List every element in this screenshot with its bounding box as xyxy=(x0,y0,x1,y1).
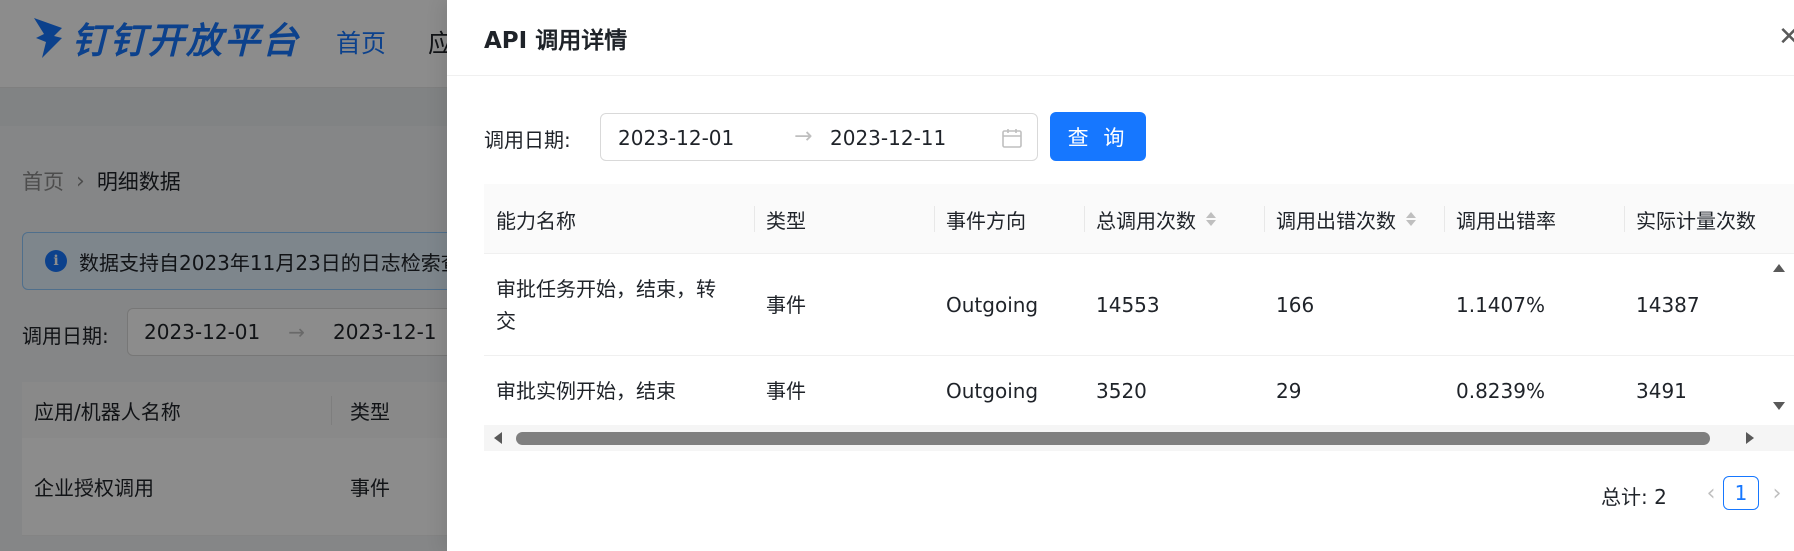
end-date-input[interactable]: 2023-12-11 xyxy=(830,126,946,150)
column-header-billed-calls: 实际计量次数 xyxy=(1636,208,1756,233)
arrow-right-icon: → xyxy=(794,124,813,149)
horizontal-scrollbar[interactable] xyxy=(484,425,1794,451)
pagination-total: 总计: 2 xyxy=(1601,485,1667,509)
drawer-title: API 调用详情 xyxy=(484,28,628,54)
scrollbar-thumb[interactable] xyxy=(516,432,1710,445)
start-date-input[interactable]: 2023-12-01 xyxy=(618,126,734,150)
pagination-page[interactable]: 1 xyxy=(1723,476,1759,510)
api-details-drawer: API 调用详情 ✕ 调用日期: 2023-12-01 → 2023-12-11… xyxy=(447,0,1794,551)
chevron-right-icon[interactable]: › xyxy=(1765,478,1789,508)
table-row[interactable]: 审批实例开始，结束 事件 Outgoing 3520 29 0.8239% 34… xyxy=(484,356,1794,426)
query-button[interactable]: 查 询 xyxy=(1050,112,1146,161)
cell-error-rate: 0.8239% xyxy=(1456,378,1545,403)
cell-direction: Outgoing xyxy=(946,378,1039,403)
cell-error-calls: 166 xyxy=(1276,292,1315,317)
scroll-right-icon[interactable] xyxy=(1746,432,1754,444)
cell-total-calls: 3520 xyxy=(1096,378,1147,403)
column-header-direction: 事件方向 xyxy=(946,208,1026,233)
cell-billed-calls: 3491 xyxy=(1636,378,1687,403)
date-filter-label: 调用日期: xyxy=(484,128,571,152)
column-header-type: 类型 xyxy=(766,208,806,233)
calendar-icon xyxy=(1002,129,1022,148)
column-header-ability: 能力名称 xyxy=(496,208,576,233)
cell-ability: 审批实例开始，结束 xyxy=(496,378,676,403)
date-range-picker[interactable]: 2023-12-01 → 2023-12-11 xyxy=(600,113,1038,161)
column-header-error-calls[interactable]: 调用出错次数 xyxy=(1264,184,1444,254)
cell-type: 事件 xyxy=(766,292,806,317)
cell-direction: Outgoing xyxy=(946,292,1039,317)
chevron-left-icon[interactable]: ‹ xyxy=(1699,478,1723,508)
close-icon[interactable]: ✕ xyxy=(1774,22,1794,52)
scroll-up-icon[interactable] xyxy=(1773,264,1785,272)
cell-total-calls: 14553 xyxy=(1096,292,1160,317)
table-row[interactable]: 审批任务开始，结束，转交 事件 Outgoing 14553 166 1.140… xyxy=(484,254,1794,356)
cell-type: 事件 xyxy=(766,378,806,403)
cell-billed-calls: 14387 xyxy=(1636,292,1700,317)
cell-error-rate: 1.1407% xyxy=(1456,292,1545,317)
sort-icon[interactable] xyxy=(1206,212,1216,226)
column-header-error-rate: 调用出错率 xyxy=(1456,208,1556,233)
cell-ability: 审批任务开始，结束，转交 xyxy=(496,276,716,333)
scroll-down-icon[interactable] xyxy=(1773,402,1785,410)
table-header: 能力名称 类型 事件方向 总调用次数 调用出错次数 调用出错率 实际计量次数 xyxy=(484,184,1794,254)
scroll-left-icon[interactable] xyxy=(494,432,502,444)
table-body: 审批任务开始，结束，转交 事件 Outgoing 14553 166 1.140… xyxy=(484,254,1794,426)
sort-icon[interactable] xyxy=(1406,212,1416,226)
drawer-header: API 调用详情 ✕ xyxy=(447,0,1794,76)
column-header-total-calls[interactable]: 总调用次数 xyxy=(1084,184,1264,254)
cell-error-calls: 29 xyxy=(1276,378,1302,403)
